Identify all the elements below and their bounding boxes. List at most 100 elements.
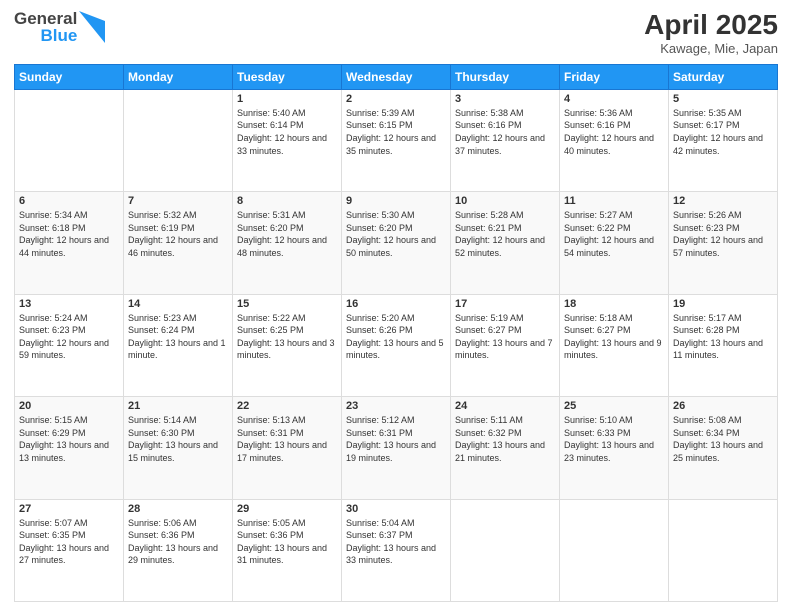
day-info: Sunrise: 5:13 AMSunset: 6:31 PMDaylight:…: [237, 414, 337, 464]
col-monday: Monday: [124, 64, 233, 89]
day-info: Sunrise: 5:23 AMSunset: 6:24 PMDaylight:…: [128, 312, 228, 362]
day-info: Sunrise: 5:04 AMSunset: 6:37 PMDaylight:…: [346, 517, 446, 567]
day-cell: 2 Sunrise: 5:39 AMSunset: 6:15 PMDaylight…: [342, 89, 451, 191]
day-cell: 8 Sunrise: 5:31 AMSunset: 6:20 PMDaylight…: [233, 192, 342, 294]
day-cell: [451, 499, 560, 601]
day-info: Sunrise: 5:28 AMSunset: 6:21 PMDaylight:…: [455, 209, 555, 259]
day-number: 8: [237, 195, 337, 207]
day-info: Sunrise: 5:07 AMSunset: 6:35 PMDaylight:…: [19, 517, 119, 567]
day-cell: 29Sunrise: 5:05 AMSunset: 6:36 PMDayligh…: [233, 499, 342, 601]
day-number: 25: [564, 400, 664, 412]
day-info: Sunrise: 5:31 AMSunset: 6:20 PMDaylight:…: [237, 209, 337, 259]
day-cell: 20Sunrise: 5:15 AMSunset: 6:29 PMDayligh…: [15, 397, 124, 499]
day-cell: 23 Sunrise: 5:12 AMSunset: 6:31 PMDayligh…: [342, 397, 451, 499]
day-info: Sunrise: 5:08 AMSunset: 6:34 PMDaylight:…: [673, 414, 773, 464]
week-row-4: 20Sunrise: 5:15 AMSunset: 6:29 PMDayligh…: [15, 397, 778, 499]
day-cell: 7 Sunrise: 5:32 AMSunset: 6:19 PMDaylight…: [124, 192, 233, 294]
day-cell: 11Sunrise: 5:27 AMSunset: 6:22 PMDayligh…: [560, 192, 669, 294]
weekday-header-row: Sunday Monday Tuesday Wednesday Thursday…: [15, 64, 778, 89]
day-number: 10: [455, 195, 555, 207]
logo-icon: [79, 11, 105, 43]
day-info: Sunrise: 5:40 AMSunset: 6:14 PMDaylight:…: [237, 107, 337, 157]
day-number: 4: [564, 93, 664, 105]
day-cell: 19 Sunrise: 5:17 AMSunset: 6:28 PMDayligh…: [669, 294, 778, 396]
day-cell: 12Sunrise: 5:26 AMSunset: 6:23 PMDayligh…: [669, 192, 778, 294]
day-info: Sunrise: 5:35 AMSunset: 6:17 PMDaylight:…: [673, 107, 773, 157]
day-cell: 3 Sunrise: 5:38 AMSunset: 6:16 PMDaylight…: [451, 89, 560, 191]
day-number: 19: [673, 298, 773, 310]
day-info: Sunrise: 5:06 AMSunset: 6:36 PMDaylight:…: [128, 517, 228, 567]
day-number: 24: [455, 400, 555, 412]
day-info: Sunrise: 5:18 AMSunset: 6:27 PMDaylight:…: [564, 312, 664, 362]
day-cell: 4Sunrise: 5:36 AMSunset: 6:16 PMDaylight…: [560, 89, 669, 191]
day-number: 26: [673, 400, 773, 412]
day-cell: 16 Sunrise: 5:20 AMSunset: 6:26 PMDayligh…: [342, 294, 451, 396]
logo: General Blue: [14, 10, 105, 44]
day-number: 30: [346, 503, 446, 515]
week-row-5: 27Sunrise: 5:07 AMSunset: 6:35 PMDayligh…: [15, 499, 778, 601]
day-info: Sunrise: 5:38 AMSunset: 6:16 PMDaylight:…: [455, 107, 555, 157]
calendar-table: Sunday Monday Tuesday Wednesday Thursday…: [14, 64, 778, 602]
page-header: General Blue April 2025 Kawage, Mie, Jap…: [14, 10, 778, 56]
week-row-3: 13 Sunrise: 5:24 AMSunset: 6:23 PMDayligh…: [15, 294, 778, 396]
day-number: 14: [128, 298, 228, 310]
day-info: Sunrise: 5:20 AMSunset: 6:26 PMDaylight:…: [346, 312, 446, 362]
day-number: 22: [237, 400, 337, 412]
day-info: Sunrise: 5:11 AMSunset: 6:32 PMDaylight:…: [455, 414, 555, 464]
day-cell: 14 Sunrise: 5:23 AMSunset: 6:24 PMDayligh…: [124, 294, 233, 396]
day-cell: 21 Sunrise: 5:14 AMSunset: 6:30 PMDayligh…: [124, 397, 233, 499]
day-number: 9: [346, 195, 446, 207]
day-cell: [15, 89, 124, 191]
day-cell: 22 Sunrise: 5:13 AMSunset: 6:31 PMDayligh…: [233, 397, 342, 499]
logo-general: General: [14, 10, 77, 27]
day-cell: 15 Sunrise: 5:22 AMSunset: 6:25 PMDayligh…: [233, 294, 342, 396]
day-cell: 30 Sunrise: 5:04 AMSunset: 6:37 PMDayligh…: [342, 499, 451, 601]
day-info: Sunrise: 5:39 AMSunset: 6:15 PMDaylight:…: [346, 107, 446, 157]
day-info: Sunrise: 5:32 AMSunset: 6:19 PMDaylight:…: [128, 209, 228, 259]
day-number: 16: [346, 298, 446, 310]
day-cell: 18 Sunrise: 5:18 AMSunset: 6:27 PMDayligh…: [560, 294, 669, 396]
day-number: 28: [128, 503, 228, 515]
col-saturday: Saturday: [669, 64, 778, 89]
day-info: Sunrise: 5:10 AMSunset: 6:33 PMDaylight:…: [564, 414, 664, 464]
day-info: Sunrise: 5:12 AMSunset: 6:31 PMDaylight:…: [346, 414, 446, 464]
day-cell: 9 Sunrise: 5:30 AMSunset: 6:20 PMDaylight…: [342, 192, 451, 294]
day-cell: 6Sunrise: 5:34 AMSunset: 6:18 PMDaylight…: [15, 192, 124, 294]
day-info: Sunrise: 5:30 AMSunset: 6:20 PMDaylight:…: [346, 209, 446, 259]
day-number: 13: [19, 298, 119, 310]
day-info: Sunrise: 5:26 AMSunset: 6:23 PMDaylight:…: [673, 209, 773, 259]
day-cell: [124, 89, 233, 191]
day-info: Sunrise: 5:19 AMSunset: 6:27 PMDaylight:…: [455, 312, 555, 362]
col-friday: Friday: [560, 64, 669, 89]
day-info: Sunrise: 5:24 AMSunset: 6:23 PMDaylight:…: [19, 312, 119, 362]
title-block: April 2025 Kawage, Mie, Japan: [644, 10, 778, 56]
col-tuesday: Tuesday: [233, 64, 342, 89]
day-cell: [560, 499, 669, 601]
day-info: Sunrise: 5:17 AMSunset: 6:28 PMDaylight:…: [673, 312, 773, 362]
day-cell: [669, 499, 778, 601]
logo-blue: Blue: [40, 27, 77, 44]
week-row-1: 1Sunrise: 5:40 AMSunset: 6:14 PMDaylight…: [15, 89, 778, 191]
day-info: Sunrise: 5:14 AMSunset: 6:30 PMDaylight:…: [128, 414, 228, 464]
day-number: 7: [128, 195, 228, 207]
day-cell: 13 Sunrise: 5:24 AMSunset: 6:23 PMDayligh…: [15, 294, 124, 396]
day-cell: 24 Sunrise: 5:11 AMSunset: 6:32 PMDayligh…: [451, 397, 560, 499]
day-number: 23: [346, 400, 446, 412]
day-number: 18: [564, 298, 664, 310]
col-wednesday: Wednesday: [342, 64, 451, 89]
day-info: Sunrise: 5:34 AMSunset: 6:18 PMDaylight:…: [19, 209, 119, 259]
week-row-2: 6Sunrise: 5:34 AMSunset: 6:18 PMDaylight…: [15, 192, 778, 294]
day-number: 3: [455, 93, 555, 105]
day-cell: 25 Sunrise: 5:10 AMSunset: 6:33 PMDayligh…: [560, 397, 669, 499]
day-cell: 10 Sunrise: 5:28 AMSunset: 6:21 PMDayligh…: [451, 192, 560, 294]
day-number: 17: [455, 298, 555, 310]
day-info: Sunrise: 5:15 AMSunset: 6:29 PMDaylight:…: [19, 414, 119, 464]
day-number: 15: [237, 298, 337, 310]
day-number: 21: [128, 400, 228, 412]
day-number: 11: [564, 195, 664, 207]
col-thursday: Thursday: [451, 64, 560, 89]
day-info: Sunrise: 5:22 AMSunset: 6:25 PMDaylight:…: [237, 312, 337, 362]
col-sunday: Sunday: [15, 64, 124, 89]
day-number: 2: [346, 93, 446, 105]
subtitle: Kawage, Mie, Japan: [644, 41, 778, 56]
